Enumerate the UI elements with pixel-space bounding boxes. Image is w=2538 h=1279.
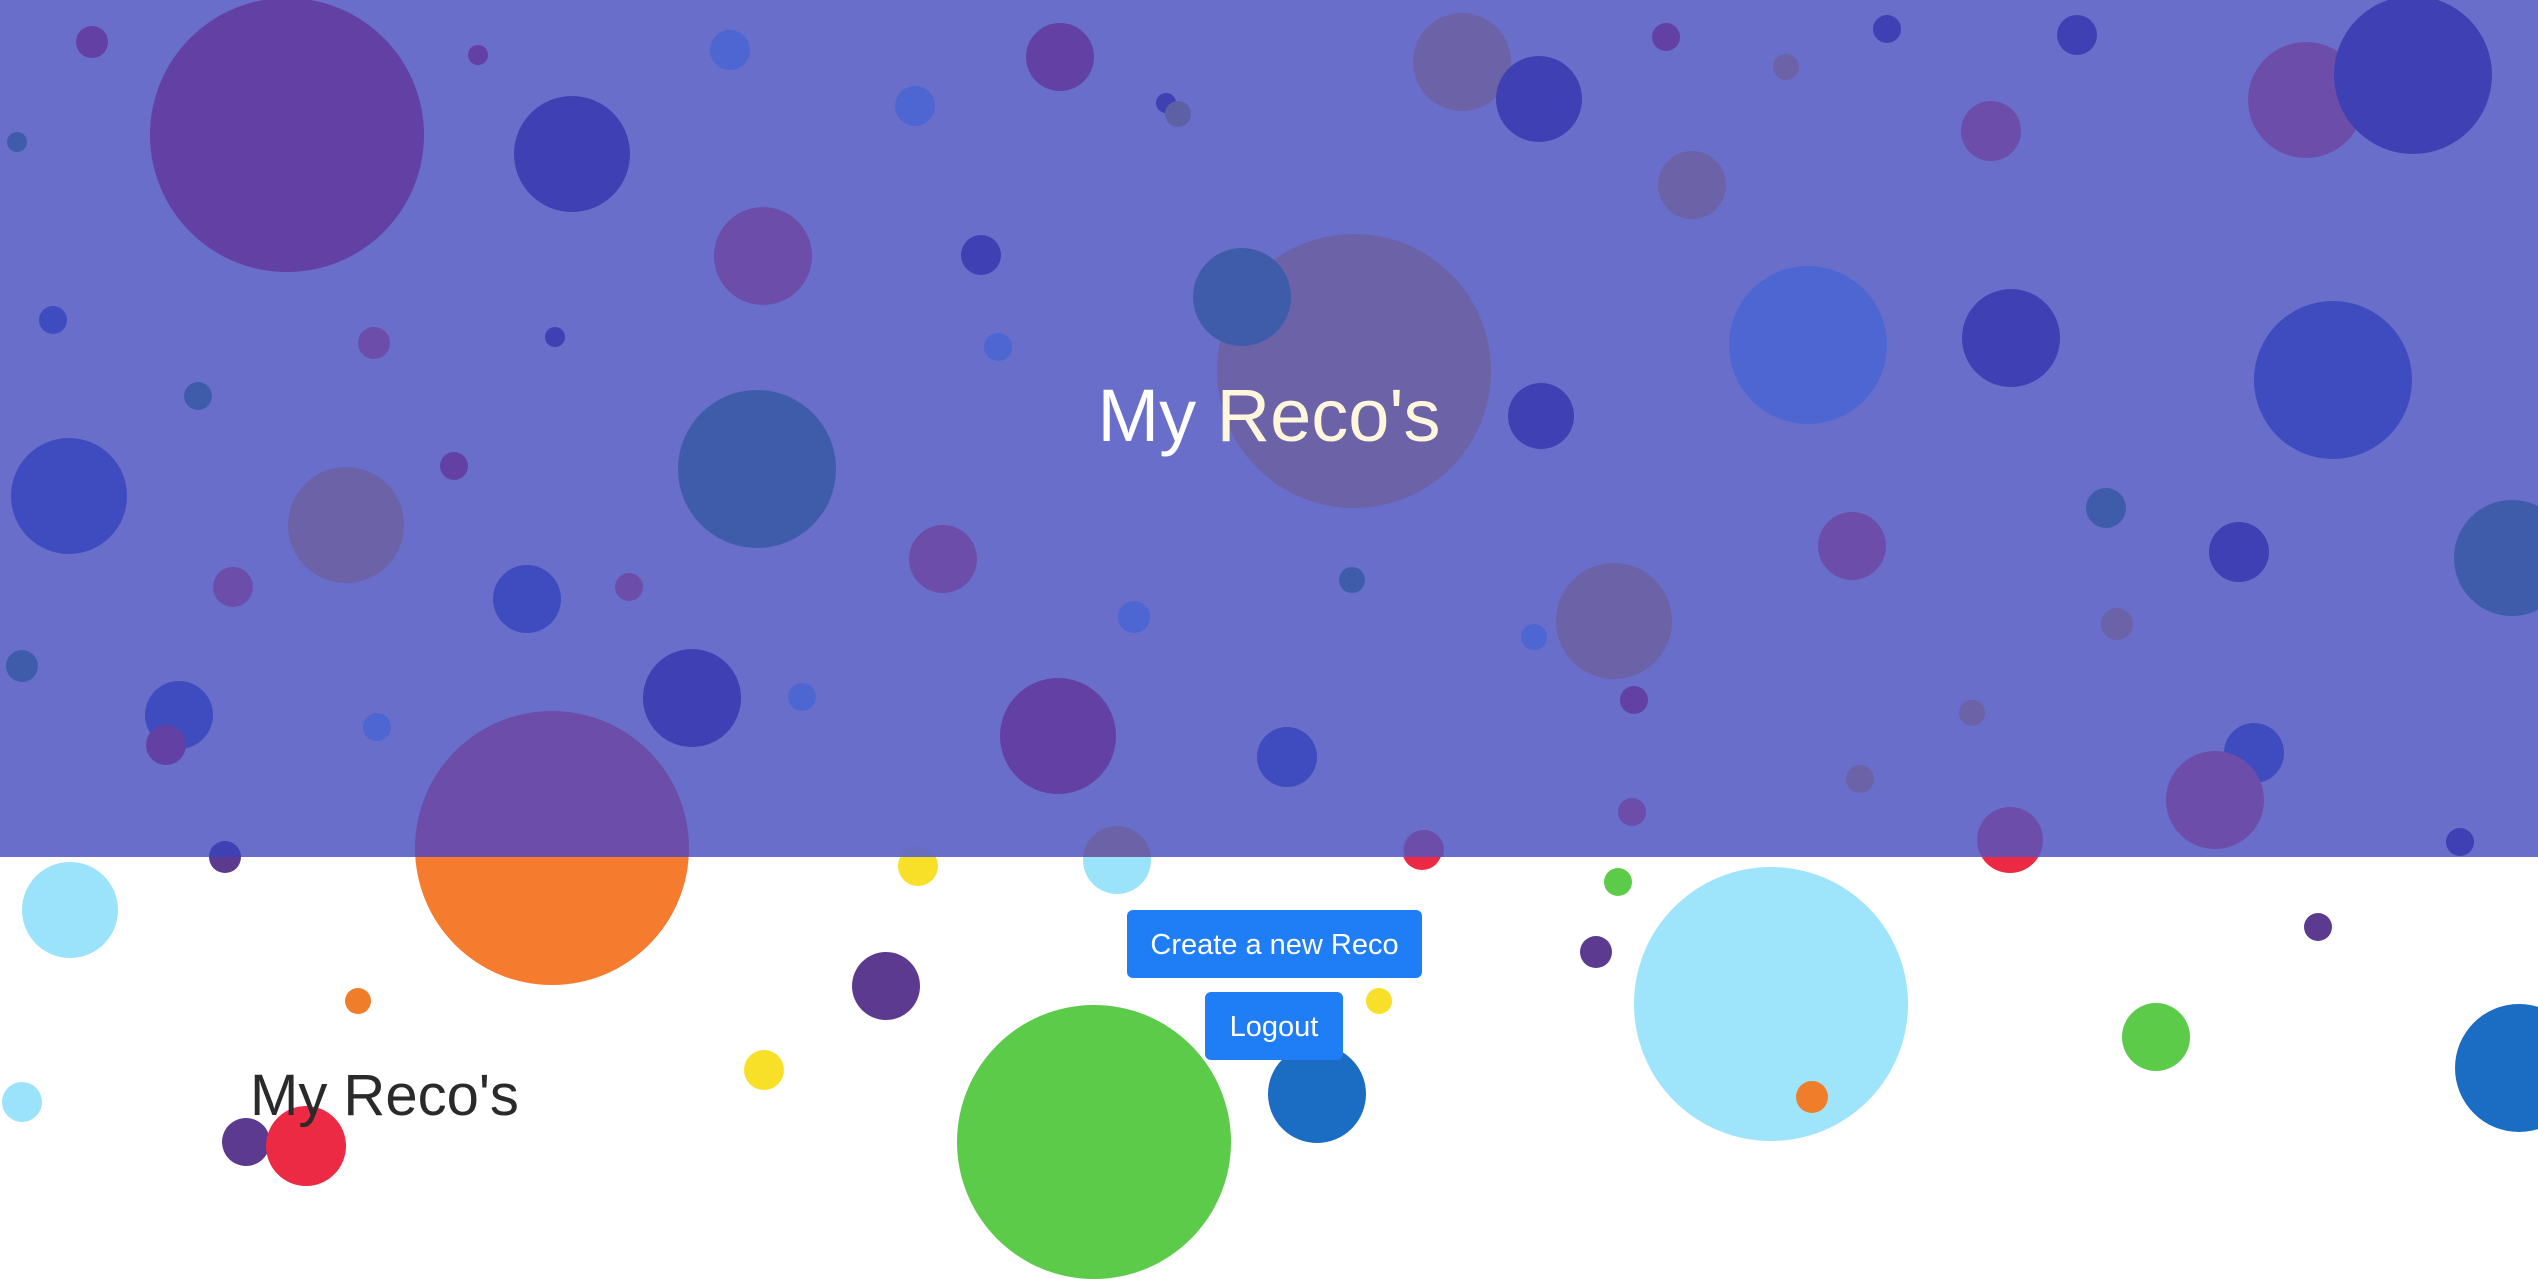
hero-dot xyxy=(643,649,741,747)
hero-dot xyxy=(1026,23,1094,91)
hero-dot xyxy=(493,565,561,633)
hero-dot xyxy=(1556,563,1672,679)
background-dot xyxy=(2122,1003,2190,1071)
hero-dot xyxy=(2086,488,2126,528)
hero-dot xyxy=(714,207,812,305)
hero-dot xyxy=(2334,0,2492,154)
hero-dot xyxy=(1652,23,1680,51)
hero-dot xyxy=(363,713,391,741)
background-dot xyxy=(1604,868,1632,896)
hero-dot xyxy=(1193,248,1291,346)
hero-dot xyxy=(1521,624,1547,650)
hero-dot xyxy=(2209,522,2269,582)
hero-dot xyxy=(1496,56,1582,142)
hero-dot xyxy=(39,306,67,334)
logout-button[interactable]: Logout xyxy=(1205,992,1343,1060)
background-dot xyxy=(2,1082,42,1122)
hero-dot xyxy=(288,467,404,583)
hero-dot xyxy=(146,725,186,765)
hero-dot xyxy=(209,841,241,857)
hero-dot xyxy=(788,683,816,711)
hero-dot xyxy=(909,525,977,593)
hero-banner: My Reco's xyxy=(0,0,2538,857)
background-dot xyxy=(345,988,371,1014)
background-dot xyxy=(1634,867,1908,1141)
hero-dot xyxy=(1404,830,1444,857)
hero-dot xyxy=(2454,500,2538,616)
hero-dot xyxy=(1083,826,1151,857)
hero-title-word-1: My xyxy=(1097,374,1197,457)
hero-dot xyxy=(514,96,630,212)
hero-dot xyxy=(76,26,108,58)
hero-dot xyxy=(1961,101,2021,161)
hero-dot xyxy=(358,327,390,359)
hero-dot xyxy=(615,573,643,601)
hero-dot xyxy=(1658,151,1726,219)
hero-dot xyxy=(2166,751,2264,849)
background-dot xyxy=(744,1050,784,1090)
hero-dot xyxy=(415,711,689,857)
background-dot xyxy=(1366,988,1392,1014)
hero-dot xyxy=(984,333,1012,361)
hero-dot xyxy=(545,327,565,347)
hero-dot xyxy=(961,235,1001,275)
hero-title: My Reco's xyxy=(0,370,2538,462)
hero-dot xyxy=(1977,807,2043,857)
hero-dot xyxy=(1165,101,1191,127)
hero-dot xyxy=(1618,798,1646,826)
hero-dot xyxy=(1959,700,1985,726)
hero-title-word-2: Reco's xyxy=(1216,374,1441,457)
background-dot xyxy=(1580,936,1612,968)
hero-dot xyxy=(2101,608,2133,640)
hero-dot xyxy=(2446,828,2474,856)
create-reco-button[interactable]: Create a new Reco xyxy=(1127,910,1422,978)
hero-dot xyxy=(1257,727,1317,787)
hero-dot xyxy=(2057,15,2097,55)
hero-dot xyxy=(1620,686,1648,714)
hero-dot xyxy=(1818,512,1886,580)
background-dot xyxy=(2304,913,2332,941)
background-dot xyxy=(1796,1081,1828,1113)
hero-dot xyxy=(1339,567,1365,593)
hero-dot xyxy=(7,132,27,152)
hero-dot xyxy=(213,567,253,607)
hero-dot xyxy=(468,45,488,65)
hero-dot xyxy=(150,0,424,272)
hero-dot xyxy=(6,650,38,682)
hero-dot xyxy=(895,86,935,126)
background-dot xyxy=(957,1005,1231,1279)
background-dot xyxy=(2455,1004,2538,1132)
hero-dot xyxy=(1873,15,1901,43)
hero-dot xyxy=(1773,54,1799,80)
background-dot xyxy=(852,952,920,1020)
hero-dot xyxy=(1118,601,1150,633)
hero-dot xyxy=(1846,765,1874,793)
section-title: My Reco's xyxy=(250,1063,519,1128)
hero-dot xyxy=(710,30,750,70)
hero-dot xyxy=(1000,678,1116,794)
background-dot xyxy=(22,862,118,958)
